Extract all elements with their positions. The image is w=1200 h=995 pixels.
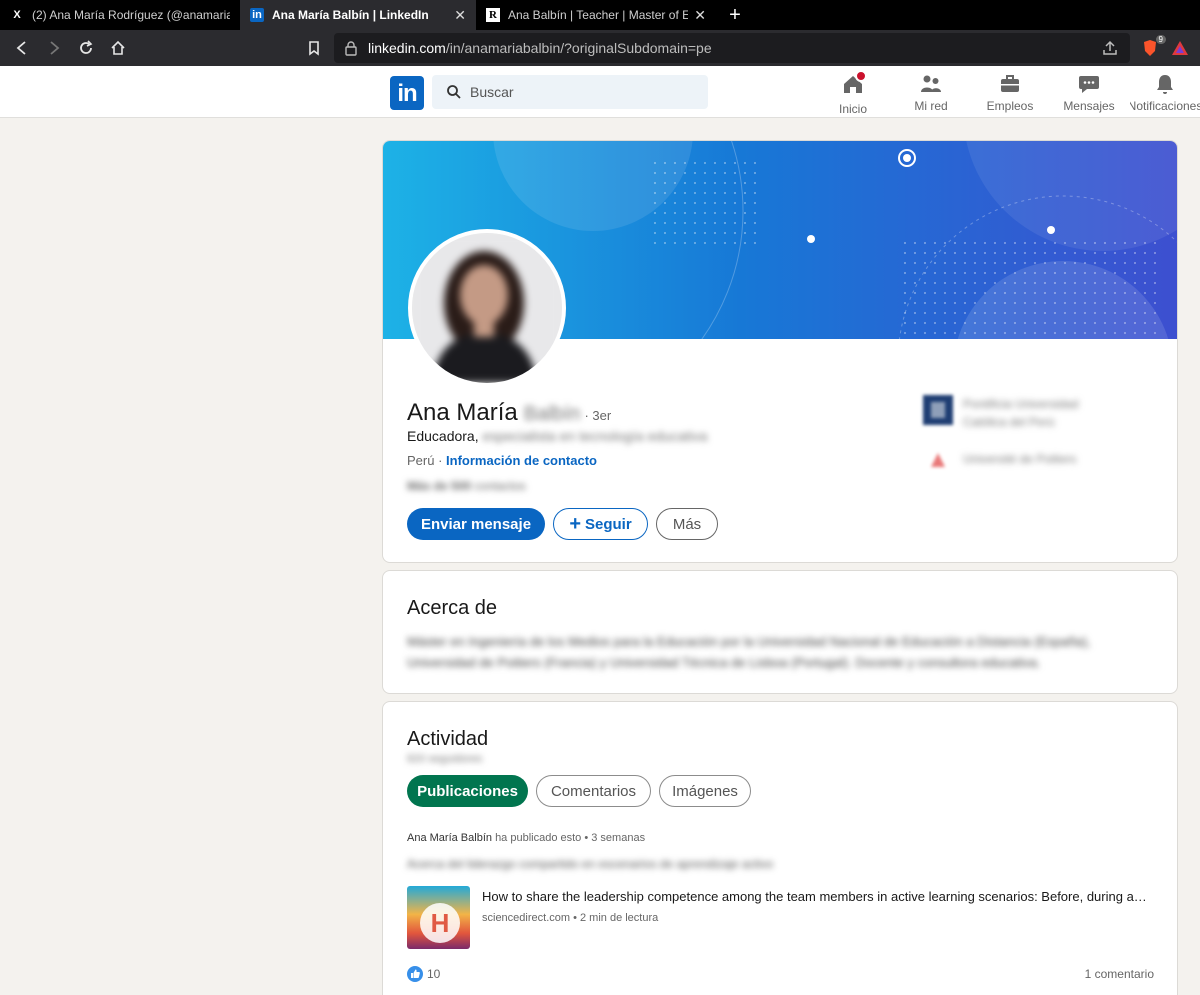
profile-name-row: Ana María Balbín · 3er — [407, 399, 611, 427]
nav-label: Inicio — [838, 102, 867, 116]
connection-degree: · 3er — [584, 408, 612, 423]
share-icon[interactable] — [1100, 38, 1120, 58]
headline-rest: especialista en tecnología educativa — [482, 428, 708, 444]
plus-icon: + — [569, 513, 581, 535]
post-meta: Ana María Balbín ha publicado esto • 3 s… — [407, 832, 645, 844]
more-button[interactable]: Más — [656, 508, 718, 540]
connections-label: contactos — [474, 479, 526, 493]
reactions-count[interactable]: 10 — [407, 966, 440, 982]
university-logo-icon — [923, 445, 953, 475]
followers-count: 820 seguidores — [407, 753, 483, 765]
activity-title: Actividad — [407, 728, 489, 750]
nav-jobs[interactable]: Empleos — [986, 72, 1034, 116]
education-name: Pontificia Universidad — [963, 397, 1079, 411]
briefcase-icon — [1001, 75, 1019, 92]
browser-toolbar: linkedin.com/in/anamariabalbin/?original… — [0, 30, 1200, 66]
profile-location-row: Perú · Información de contacto — [407, 453, 597, 468]
thumbnail-letter: H — [431, 908, 450, 938]
follow-button[interactable]: + Seguir — [553, 508, 648, 540]
send-message-button[interactable]: Enviar mensaje — [407, 508, 545, 540]
back-icon[interactable] — [12, 38, 32, 58]
tab-posts[interactable]: Publicaciones — [407, 775, 528, 807]
search-input[interactable] — [470, 84, 690, 100]
x-logo-icon: X — [13, 9, 21, 21]
post-meta-text: ha publicado esto • 3 semanas — [495, 832, 646, 844]
message-icon — [1079, 76, 1099, 93]
connections-number: Más de 500 — [407, 479, 472, 493]
search-box[interactable] — [432, 75, 708, 109]
profile-photo[interactable] — [408, 229, 566, 387]
search-icon — [447, 85, 461, 99]
like-icon — [407, 966, 423, 982]
lock-icon — [345, 41, 357, 56]
linkedin-global-nav: in Inicio Mi red Empleos Mensajes Notifi… — [0, 66, 1200, 118]
tab-comments[interactable]: Comentarios — [536, 775, 651, 807]
nav-network[interactable]: Mi red — [912, 72, 950, 116]
brave-rewards-icon[interactable] — [1170, 38, 1190, 58]
comments-link[interactable]: 1 comentario — [1085, 967, 1154, 981]
new-tab-button[interactable]: + — [724, 3, 746, 27]
browser-tab-x[interactable]: X (2) Ana María Rodríguez (@anamariar) /… — [0, 0, 240, 30]
activity-card: Actividad 820 seguidores Publicaciones C… — [382, 701, 1178, 995]
about-card: Acerca de Máster en Ingeniería de los Me… — [382, 570, 1178, 694]
brave-badge: 9 — [1155, 35, 1166, 44]
researchgate-favicon-icon: R — [486, 8, 500, 22]
browser-tab-linkedin[interactable]: in Ana María Balbín | LinkedIn ✕ — [240, 0, 476, 30]
close-icon[interactable]: ✕ — [454, 7, 466, 24]
browser-tab-research[interactable]: R Ana Balbín | Teacher | Master of Educa… — [476, 0, 716, 30]
home-icon[interactable] — [108, 38, 128, 58]
tab-title: Ana María Balbín | LinkedIn — [272, 8, 429, 22]
about-title: Acerca de — [407, 597, 498, 619]
linkedin-favicon-icon: in — [250, 8, 264, 22]
profile-first-name: Ana María — [407, 399, 518, 426]
nav-label: Mi red — [914, 99, 948, 113]
nav-messaging[interactable]: Mensajes — [1062, 72, 1116, 116]
article-thumbnail[interactable]: H — [407, 886, 470, 949]
reload-icon[interactable] — [76, 38, 96, 58]
article-title[interactable]: How to share the leadership competence a… — [482, 889, 1154, 904]
profile-headline: Educadora, especialista en tecnología ed… — [407, 428, 707, 444]
people-icon — [921, 75, 941, 92]
reactions-number: 10 — [427, 967, 441, 981]
notification-dot — [855, 70, 867, 82]
education-item[interactable]: Pontificia Universidad Católica del Perú — [923, 395, 1078, 431]
forward-icon[interactable] — [44, 38, 64, 58]
university-logo-icon — [923, 395, 953, 425]
profile-location: Perú · — [407, 453, 443, 468]
education-name-2: Católica del Perú — [963, 415, 1055, 429]
profile-last-name: Balbín — [523, 403, 581, 425]
close-icon[interactable]: ✕ — [694, 7, 706, 24]
education-name: Université de Poitiers — [963, 452, 1077, 466]
profile-card: Ana María Balbín · 3er Educadora, especi… — [382, 140, 1178, 563]
post-text: Acerca del liderazgo compartido en escen… — [407, 857, 774, 871]
follow-label: Seguir — [585, 515, 632, 533]
headline-prefix: Educadora, — [407, 428, 479, 444]
nav-label: Empleos — [986, 99, 1034, 113]
post-author[interactable]: Ana María Balbín — [407, 832, 492, 844]
bookmark-icon[interactable] — [304, 38, 324, 58]
brave-shields-icon[interactable]: 9 — [1140, 35, 1166, 58]
article-source: sciencedirect.com • 2 min de lectura — [482, 912, 659, 924]
contact-info-link[interactable]: Información de contacto — [446, 453, 597, 468]
browser-tab-bar: X (2) Ana María Rodríguez (@anamariar) /… — [0, 0, 1200, 30]
tab-title: (2) Ana María Rodríguez (@anamariar) / X — [32, 8, 230, 22]
url-bar[interactable]: linkedin.com/in/anamariabalbin/?original… — [334, 33, 1130, 63]
linkedin-logo[interactable]: in — [390, 76, 424, 110]
bell-icon — [1157, 75, 1173, 94]
education-item[interactable]: Université de Poitiers — [923, 445, 1076, 475]
url-host: linkedin.com — [368, 40, 446, 56]
about-text: Máster en Ingeniería de los Medios para … — [407, 634, 1091, 670]
nav-label: Mensajes — [1063, 99, 1115, 113]
nav-label: Notificaciones — [1130, 99, 1200, 113]
tab-images[interactable]: Imágenes — [659, 775, 751, 807]
nav-home[interactable]: Inicio — [838, 70, 868, 116]
tab-title: Ana Balbín | Teacher | Master of Educati… — [508, 8, 689, 22]
url-path: /in/anamariabalbin/?originalSubdomain=pe — [445, 40, 712, 56]
connections-count[interactable]: Más de 500 contactos — [407, 479, 526, 493]
nav-notifications[interactable]: Notificaciones — [1130, 72, 1200, 116]
